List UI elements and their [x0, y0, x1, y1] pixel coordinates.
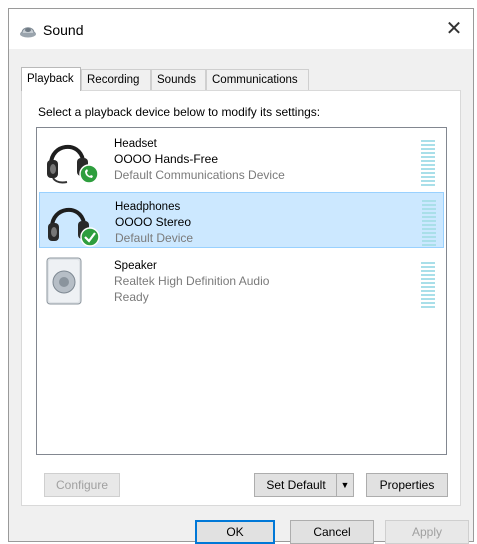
close-button[interactable]: ✕ — [441, 17, 467, 43]
cancel-button[interactable]: Cancel — [290, 520, 374, 544]
device-description: OOOO Stereo — [115, 215, 192, 229]
device-item-headphones[interactable]: Headphones OOOO Stereo Default Device — [39, 192, 444, 248]
set-default-label: Set Default — [266, 478, 326, 492]
device-name: Headset — [114, 138, 157, 150]
device-description: OOOO Hands-Free — [114, 152, 219, 166]
device-item-headset[interactable]: Headset OOOO Hands-Free Default Communic… — [39, 130, 444, 186]
tab-playback[interactable]: Playback — [21, 67, 81, 91]
ok-button[interactable]: OK — [195, 520, 275, 544]
speaker-icon — [20, 27, 36, 38]
device-status: Default Communications Device — [114, 168, 285, 182]
configure-button[interactable]: Configure — [44, 473, 120, 497]
sound-dialog: Sound ✕ Playback Recording Sounds Commun… — [8, 8, 474, 544]
set-default-button[interactable]: Set Default ▼ — [254, 473, 354, 497]
volume-meter — [421, 140, 435, 186]
chevron-down-icon[interactable]: ▼ — [336, 474, 353, 496]
dialog-body: Playback Recording Sounds Communications… — [9, 49, 473, 544]
tab-communications[interactable]: Communications — [206, 69, 309, 90]
device-description: Realtek High Definition Audio — [114, 274, 270, 288]
apply-button[interactable]: Apply — [385, 520, 469, 544]
title-bar: Sound ✕ — [9, 9, 473, 49]
tab-recording[interactable]: Recording — [81, 69, 151, 90]
speaker-icon — [46, 257, 82, 305]
device-name: Headphones — [115, 201, 181, 213]
device-status: Default Device — [115, 231, 194, 245]
device-status: Ready — [114, 290, 149, 304]
device-name: Speaker — [114, 260, 157, 272]
properties-button[interactable]: Properties — [366, 473, 448, 497]
tab-sounds[interactable]: Sounds — [151, 69, 206, 90]
playback-tab-sheet: Select a playback device below to modify… — [21, 90, 461, 506]
window-title: Sound — [43, 22, 84, 38]
checkmark-badge-icon — [80, 227, 100, 247]
instruction-text: Select a playback device below to modify… — [38, 105, 321, 119]
device-list[interactable]: Headset OOOO Hands-Free Default Communic… — [36, 127, 447, 455]
volume-meter — [422, 200, 436, 246]
device-item-speaker[interactable]: Speaker Realtek High Definition Audio Re… — [39, 252, 444, 308]
phone-badge-icon — [79, 164, 99, 184]
volume-meter — [421, 262, 435, 308]
